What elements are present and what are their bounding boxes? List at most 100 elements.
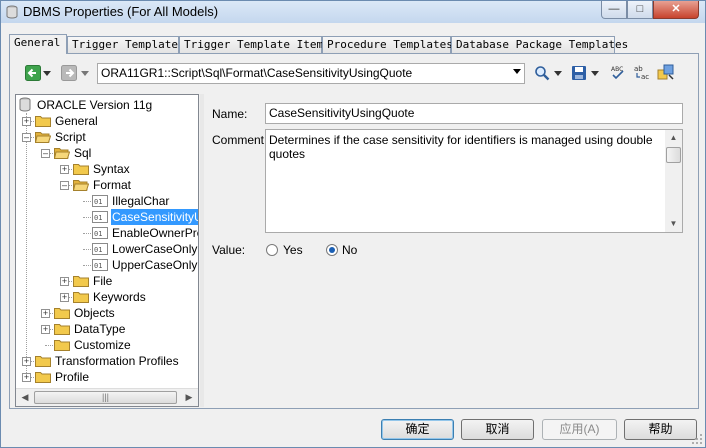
back-arrow-icon[interactable] (25, 65, 41, 81)
svg-text:01: 01 (94, 214, 102, 222)
radio-yes-label[interactable]: Yes (283, 243, 303, 257)
svg-text:01: 01 (94, 246, 102, 254)
tree-node[interactable]: – Script (16, 129, 198, 145)
tab-procedure-templates[interactable]: Procedure Templates (322, 36, 453, 53)
tree-node[interactable]: + General (16, 113, 198, 129)
tree-node[interactable]: 01 EnableOwnerPre (16, 225, 198, 241)
tree-node[interactable]: 01 IllegalChar (16, 193, 198, 209)
expand-icon[interactable]: + (41, 325, 50, 334)
tree-node-label[interactable]: IllegalChar (111, 193, 170, 209)
spell-check-icon[interactable]: ABC (610, 64, 626, 81)
minimize-button[interactable]: — (601, 1, 627, 19)
tree-node[interactable]: + Objects (16, 305, 198, 321)
resize-grip-icon[interactable] (691, 433, 703, 445)
tree-node-label[interactable]: EnableOwnerPre (111, 225, 198, 241)
tab-trigger-templates[interactable]: Trigger Templates (67, 36, 185, 53)
tree-node[interactable]: 01 CaseSensitivityU (16, 209, 198, 225)
tree-node-label[interactable]: CaseSensitivityU (111, 209, 198, 225)
radio-yes[interactable] (266, 244, 278, 256)
close-button[interactable]: ✕ (653, 1, 699, 19)
tree-node-label[interactable]: Customize (73, 337, 132, 353)
tree-node-label[interactable]: File (92, 273, 113, 289)
collapse-icon[interactable]: – (41, 149, 50, 158)
tree-node[interactable]: Customize (16, 337, 198, 353)
tab-label: Trigger Templates (72, 38, 185, 51)
replace-icon[interactable]: ab ac (633, 64, 651, 81)
tree-node-label[interactable]: Format (92, 177, 132, 193)
ok-button[interactable]: 确定 (381, 419, 454, 440)
tree-node[interactable]: + Profile (16, 369, 198, 385)
tree-node-label[interactable]: Script (54, 129, 87, 145)
scroll-thumb[interactable]: ||| (34, 391, 177, 404)
comment-scrollbar[interactable]: ▲ ▼ (665, 130, 682, 232)
scroll-right-icon[interactable]: ▶ (181, 390, 197, 405)
help-label: 帮助 (648, 422, 673, 436)
expand-icon[interactable]: + (41, 309, 50, 318)
collapse-icon[interactable]: – (22, 133, 31, 142)
tree-node[interactable]: 01 UpperCaseOnly (16, 257, 198, 273)
path-value: ORA11GR1::Script\Sql\Format\CaseSensitiv… (101, 66, 413, 80)
radio-selected-dot (329, 247, 335, 253)
tree-node-label[interactable]: Profile (54, 369, 90, 385)
expand-icon[interactable]: + (60, 293, 69, 302)
minimize-icon: — (608, 3, 620, 15)
cancel-button[interactable]: 取消 (461, 419, 534, 440)
tab-database-package-templates[interactable]: Database Package Templates (451, 36, 628, 53)
expand-icon[interactable]: + (22, 373, 31, 382)
expand-icon[interactable]: + (60, 165, 69, 174)
tree-node-label[interactable]: Syntax (92, 161, 131, 177)
name-field[interactable]: CaseSensitivityUsingQuote (265, 103, 683, 124)
tree-node[interactable]: + Transformation Profiles (16, 353, 198, 369)
tree-node[interactable]: 01 LowerCaseOnly (16, 241, 198, 257)
save-icon[interactable] (571, 65, 587, 81)
tree-node-label[interactable]: UpperCaseOnly (111, 257, 198, 273)
expand-icon[interactable]: + (22, 357, 31, 366)
radio-no[interactable] (326, 244, 338, 256)
title-bar[interactable]: DBMS Properties (For All Models) — □ ✕ (1, 1, 705, 23)
tree-node[interactable]: + Keywords (16, 289, 198, 305)
tree-node-label[interactable]: LowerCaseOnly (111, 241, 198, 257)
comment-field[interactable]: Determines if the case sensitivity for i… (265, 129, 683, 233)
scroll-up-icon[interactable]: ▲ (665, 130, 682, 146)
tree-node[interactable]: – Format (16, 177, 198, 193)
tree-node-label[interactable]: DataType (73, 321, 126, 337)
scroll-left-icon[interactable]: ◀ (17, 390, 33, 405)
close-icon: ✕ (671, 3, 681, 15)
tree-node-label[interactable]: Sql (73, 145, 92, 161)
collapse-icon[interactable]: – (60, 181, 69, 190)
help-button[interactable]: 帮助 (624, 419, 697, 440)
dropdown-arrow-icon[interactable] (81, 71, 89, 77)
maximize-button[interactable]: □ (627, 1, 653, 19)
tree-node[interactable]: + Syntax (16, 161, 198, 177)
tree-node-label[interactable]: Keywords (92, 289, 147, 305)
tree-view[interactable]: ORACLE Version 11g + General – Script – Sql + S… (15, 94, 199, 407)
tab-trigger-template-items[interactable]: Trigger Template Items (179, 36, 330, 53)
scroll-thumb[interactable] (666, 147, 681, 163)
svg-text:01: 01 (94, 230, 102, 238)
tree-node-label[interactable]: Objects (73, 305, 116, 321)
scroll-down-icon[interactable]: ▼ (665, 216, 682, 232)
forward-arrow-icon[interactable] (61, 65, 77, 81)
dropdown-arrow-icon[interactable] (554, 71, 562, 77)
database-icon (19, 97, 31, 112)
dropdown-arrow-icon[interactable] (43, 71, 51, 77)
expand-icon[interactable]: + (60, 277, 69, 286)
dropdown-arrow-icon[interactable] (591, 71, 599, 77)
tree-node[interactable]: + File (16, 273, 198, 289)
expand-icon[interactable]: + (22, 117, 31, 126)
svg-text:01: 01 (94, 262, 102, 270)
tab-general[interactable]: General (9, 34, 67, 54)
tree-node-label[interactable]: General (54, 113, 99, 129)
tree-node[interactable]: + DataType (16, 321, 198, 337)
tree-node[interactable]: – Sql (16, 145, 198, 161)
chevron-down-icon[interactable] (513, 69, 521, 74)
properties-icon[interactable] (657, 64, 675, 81)
radio-no-label[interactable]: No (342, 243, 357, 257)
name-value: CaseSensitivityUsingQuote (269, 106, 415, 120)
path-combobox[interactable]: ORA11GR1::Script\Sql\Format\CaseSensitiv… (97, 63, 525, 84)
apply-button[interactable]: 应用(A) (542, 419, 617, 440)
tree-horizontal-scrollbar[interactable]: ◀ ||| ▶ (16, 388, 198, 406)
find-icon[interactable] (534, 65, 550, 81)
tree-node-label[interactable]: Transformation Profiles (54, 353, 180, 369)
comment-label: Comment: (212, 133, 268, 147)
